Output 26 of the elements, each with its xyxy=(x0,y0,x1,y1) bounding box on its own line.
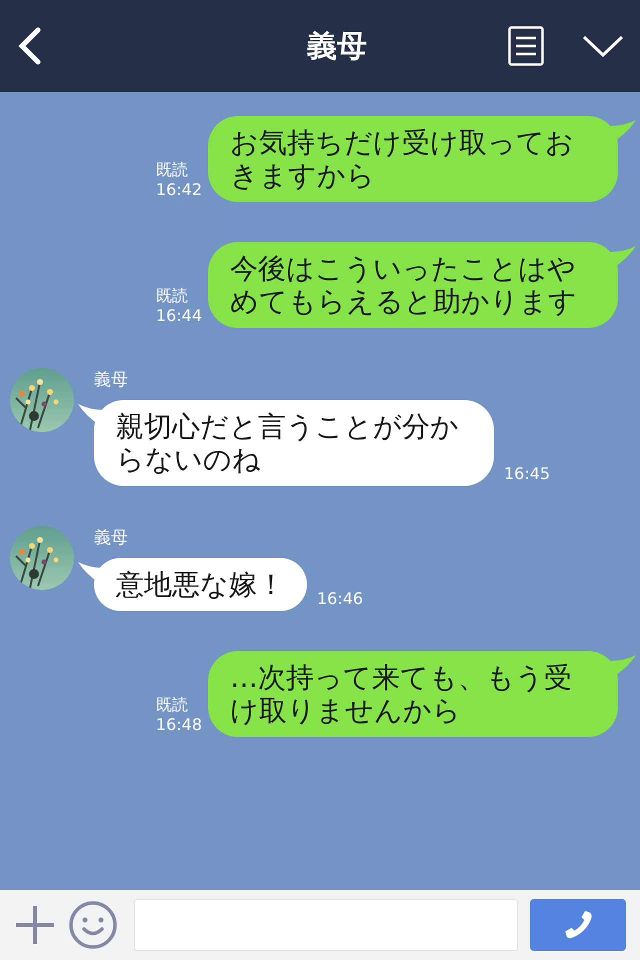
call-button[interactable] xyxy=(530,899,626,951)
bubble-tail-icon xyxy=(78,404,104,424)
read-receipt: 既読 xyxy=(156,695,189,715)
read-receipt: 既読 xyxy=(156,160,189,180)
bubble-tail-icon xyxy=(610,655,636,675)
read-receipt: 既読 xyxy=(156,286,189,306)
message-time: 16:42 xyxy=(156,180,202,200)
message-time: 16:48 xyxy=(156,715,202,735)
message-field[interactable] xyxy=(134,899,518,951)
bubble-tail-icon xyxy=(610,246,636,266)
menu-button[interactable] xyxy=(508,26,544,66)
plus-icon[interactable] xyxy=(14,904,56,946)
message-bubble: お気持ちだけ受け取っておきますから xyxy=(208,116,618,202)
message-bubble: 親切心だと言うことが分からないのね xyxy=(94,400,494,486)
sender-name: 義母 xyxy=(94,369,129,392)
message-time: 16:45 xyxy=(504,464,550,484)
smiley-icon[interactable] xyxy=(68,900,118,950)
message-bubble: 今後はこういったことはやめてもらえると助かります xyxy=(208,242,618,328)
message-time: 16:46 xyxy=(317,589,364,609)
message-time: 16:44 xyxy=(156,306,202,326)
dropdown-button[interactable] xyxy=(582,34,624,58)
sender-name: 義母 xyxy=(94,527,129,550)
message-bubble: …次持って来ても、もう受け取りませんから xyxy=(208,651,618,737)
message-bubble: 意地悪な嫁！ xyxy=(94,558,307,611)
chat-title: 義母 xyxy=(307,28,367,66)
bubble-tail-icon xyxy=(610,120,636,140)
